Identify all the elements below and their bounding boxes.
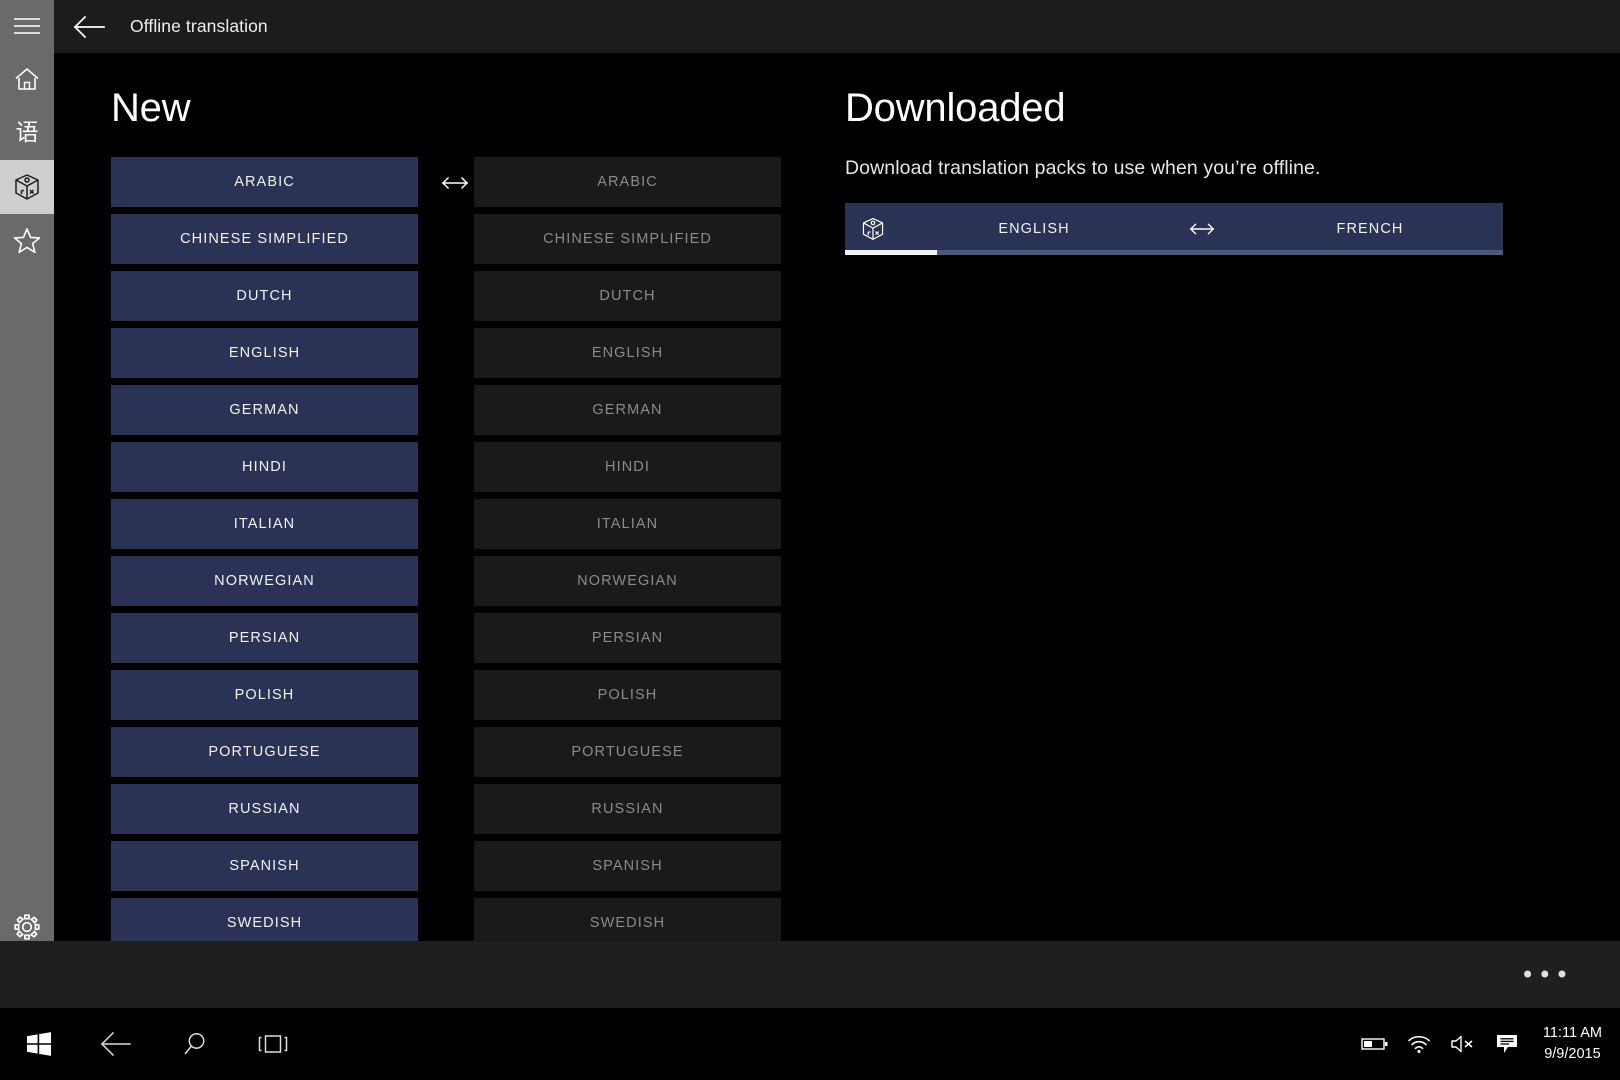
navigation-rail: 语 bbox=[0, 0, 54, 1008]
back-arrow-icon bbox=[73, 15, 105, 38]
downloaded-pack-list: ENGLISH FRENCH bbox=[845, 203, 1503, 265]
screen: 语 Offline translation New ARABIC CHINESE… bbox=[0, 0, 1620, 1080]
taskbar-clock[interactable]: 11:11 AM 9/9/2015 bbox=[1529, 1023, 1620, 1065]
downloaded-section-title: Downloaded bbox=[845, 86, 1066, 130]
downloaded-subtitle: Download translation packs to use when y… bbox=[845, 157, 1321, 179]
rail-item-group: 语 bbox=[0, 52, 54, 268]
source-language-item[interactable]: POLISH bbox=[111, 670, 418, 720]
language-columns: ARABIC CHINESE SIMPLIFIED DUTCH ENGLISH GERM… bbox=[111, 157, 781, 941]
action-center-icon[interactable] bbox=[1485, 1008, 1529, 1080]
target-language-item[interactable]: PORTUGUESE bbox=[474, 727, 781, 777]
target-language-item[interactable]: SWEDISH bbox=[474, 898, 781, 941]
battery-icon[interactable] bbox=[1353, 1008, 1397, 1080]
downloaded-pack-row[interactable]: ENGLISH FRENCH bbox=[845, 203, 1503, 255]
target-language-item[interactable]: RUSSIAN bbox=[474, 784, 781, 834]
windows-start-icon bbox=[27, 1032, 51, 1056]
star-icon bbox=[13, 228, 41, 254]
content-area: New ARABIC CHINESE SIMPLIFIED DUTCH ENGLISH… bbox=[54, 53, 1620, 941]
speaker-muted-icon[interactable] bbox=[1441, 1008, 1485, 1080]
swap-horizontal-icon[interactable] bbox=[435, 173, 475, 193]
source-language-item[interactable]: PERSIAN bbox=[111, 613, 418, 663]
package-icon bbox=[845, 216, 901, 242]
target-language-item[interactable]: ARABIC bbox=[474, 157, 781, 207]
more-options-button[interactable]: ••• bbox=[1521, 963, 1572, 987]
hamburger-menu-icon[interactable] bbox=[0, 0, 54, 52]
task-view-button[interactable] bbox=[234, 1008, 312, 1080]
target-language-item[interactable]: ITALIAN bbox=[474, 499, 781, 549]
search-icon bbox=[184, 1033, 205, 1055]
target-language-list: ARABIC CHINESE SIMPLIFIED DUTCH ENGLISH GERM… bbox=[474, 157, 781, 941]
translate-icon: 语 bbox=[15, 119, 39, 146]
sidebar-item-translate[interactable]: 语 bbox=[0, 106, 54, 160]
source-language-item[interactable]: RUSSIAN bbox=[111, 784, 418, 834]
wifi-icon[interactable] bbox=[1397, 1008, 1441, 1080]
target-language-item[interactable]: ENGLISH bbox=[474, 328, 781, 378]
source-language-item[interactable]: ITALIAN bbox=[111, 499, 418, 549]
task-view-icon bbox=[258, 1035, 288, 1053]
back-button[interactable] bbox=[62, 0, 118, 53]
source-language-item[interactable]: DUTCH bbox=[111, 271, 418, 321]
source-language-item[interactable]: HINDI bbox=[111, 442, 418, 492]
search-button[interactable] bbox=[156, 1008, 234, 1080]
target-language-item[interactable]: DUTCH bbox=[474, 271, 781, 321]
source-language-item[interactable]: NORWEGIAN bbox=[111, 556, 418, 606]
source-language-item[interactable]: ENGLISH bbox=[111, 328, 418, 378]
windows-taskbar: 11:11 AM 9/9/2015 bbox=[0, 1008, 1620, 1080]
pack-source-language: ENGLISH bbox=[998, 221, 1070, 237]
sidebar-item-offline-packs[interactable] bbox=[0, 160, 54, 214]
sidebar-item-favorites[interactable] bbox=[0, 214, 54, 268]
source-language-list: ARABIC CHINESE SIMPLIFIED DUTCH ENGLISH GERM… bbox=[111, 157, 418, 941]
source-language-item[interactable]: PORTUGUESE bbox=[111, 727, 418, 777]
page-title: Offline translation bbox=[130, 16, 268, 36]
source-language-item[interactable]: CHINESE SIMPLIFIED bbox=[111, 214, 418, 264]
home-icon bbox=[15, 67, 39, 90]
target-language-item[interactable]: HINDI bbox=[474, 442, 781, 492]
target-language-item[interactable]: GERMAN bbox=[474, 385, 781, 435]
new-section-title: New bbox=[111, 86, 191, 130]
target-language-item[interactable]: CHINESE SIMPLIFIED bbox=[474, 214, 781, 264]
source-language-item[interactable]: GERMAN bbox=[111, 385, 418, 435]
source-language-item[interactable]: SWEDISH bbox=[111, 898, 418, 941]
target-language-item[interactable]: PERSIAN bbox=[474, 613, 781, 663]
downloaded-panel: Downloaded Download translation packs to… bbox=[790, 53, 1620, 941]
start-button[interactable] bbox=[0, 1008, 78, 1080]
taskbar-back-button[interactable] bbox=[78, 1008, 156, 1080]
translator-app-window: 语 Offline translation New ARABIC CHINESE… bbox=[0, 0, 1620, 1008]
swap-horizontal-icon bbox=[1167, 222, 1237, 236]
clock-time: 11:11 AM bbox=[1542, 1024, 1602, 1041]
clock-date: 9/9/2015 bbox=[1544, 1046, 1601, 1062]
target-language-item[interactable]: POLISH bbox=[474, 670, 781, 720]
new-pack-panel: New ARABIC CHINESE SIMPLIFIED DUTCH ENGLISH… bbox=[54, 53, 790, 941]
source-language-item[interactable]: ARABIC bbox=[111, 157, 418, 207]
source-language-item[interactable]: SPANISH bbox=[111, 841, 418, 891]
sidebar-item-home[interactable] bbox=[0, 52, 54, 106]
back-arrow-icon bbox=[100, 1032, 131, 1056]
package-icon bbox=[15, 174, 39, 200]
title-bar: Offline translation bbox=[54, 0, 1620, 53]
bottom-app-bar: ••• bbox=[0, 941, 1620, 1008]
pack-target-language: FRENCH bbox=[1336, 221, 1404, 237]
download-progress-fill bbox=[845, 250, 938, 255]
gear-icon bbox=[14, 914, 40, 940]
target-language-item[interactable]: SPANISH bbox=[474, 841, 781, 891]
download-progress-bar bbox=[845, 250, 1503, 255]
target-language-item[interactable]: NORWEGIAN bbox=[474, 556, 781, 606]
